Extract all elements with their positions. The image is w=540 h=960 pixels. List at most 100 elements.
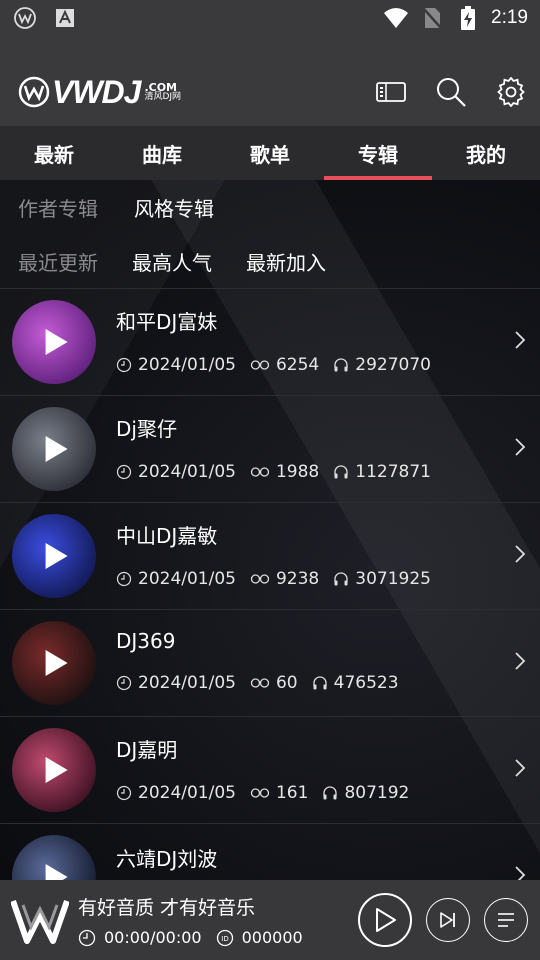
album-plays: 3071925 bbox=[355, 568, 431, 589]
sort-filter: 最近更新 最高人气 最新加入 bbox=[0, 234, 540, 288]
search-icon bbox=[437, 78, 466, 107]
logo-subtitle: 清风DJ网 bbox=[144, 92, 182, 102]
logo-text: VWDJ bbox=[52, 73, 141, 110]
headphones-icon bbox=[323, 785, 338, 799]
no-sim-icon bbox=[419, 5, 445, 31]
album-date: 2024/01/05 bbox=[138, 461, 236, 482]
sort-most-popular[interactable]: 最高人气 bbox=[132, 247, 212, 276]
album-cover[interactable] bbox=[12, 621, 96, 705]
headphones-icon bbox=[334, 357, 348, 371]
album-track-count: 6254 bbox=[275, 354, 320, 375]
filter-artist-albums[interactable]: 作者专辑 bbox=[18, 193, 98, 222]
cast-button[interactable] bbox=[374, 75, 408, 109]
album-item[interactable]: 和平DJ富妹 2024/01/05 6254 2927070 bbox=[0, 289, 540, 396]
tab-albums[interactable]: 专辑 bbox=[324, 126, 432, 180]
play-icon bbox=[45, 329, 68, 355]
chevron-right-icon bbox=[514, 758, 526, 782]
link-icon bbox=[250, 787, 270, 798]
album-title: DJ嘉明 bbox=[116, 737, 178, 762]
id-icon: ID bbox=[216, 929, 233, 946]
album-date: 2024/01/05 bbox=[138, 782, 236, 803]
link-icon bbox=[250, 678, 270, 688]
chevron-right-icon bbox=[514, 651, 526, 675]
font-notification-icon bbox=[52, 5, 78, 31]
play-icon bbox=[45, 543, 68, 569]
brand-w-icon bbox=[11, 900, 69, 944]
album-cover[interactable] bbox=[12, 514, 96, 598]
album-item[interactable]: 中山DJ嘉敏 2024/01/05 9238 3071925 bbox=[0, 503, 540, 610]
tab-mine[interactable]: 我的 bbox=[432, 126, 540, 180]
search-button[interactable] bbox=[434, 75, 468, 109]
album-date: 2024/01/05 bbox=[138, 673, 236, 693]
tab-latest[interactable]: 最新 bbox=[0, 126, 108, 180]
album-type-filter: 作者专辑 风格专辑 bbox=[0, 180, 540, 234]
clock-icon bbox=[116, 785, 132, 800]
chevron-right-icon bbox=[514, 437, 526, 461]
album-track-count: 9238 bbox=[275, 568, 320, 589]
sort-newest-added[interactable]: 最新加入 bbox=[246, 247, 326, 276]
wifi-icon bbox=[383, 5, 409, 31]
battery-charging-icon bbox=[455, 5, 481, 31]
sort-recent-update[interactable]: 最近更新 bbox=[18, 247, 98, 276]
tab-label: 歌单 bbox=[250, 142, 290, 167]
link-icon bbox=[250, 573, 270, 584]
album-date: 2024/01/05 bbox=[138, 568, 236, 589]
app-header: VWDJ .COM 清风DJ网 bbox=[0, 36, 540, 126]
chevron-right-icon bbox=[514, 544, 526, 568]
album-title: 中山DJ嘉敏 bbox=[116, 523, 218, 548]
playlist-icon bbox=[498, 913, 514, 927]
mini-player: 有好音质 才有好音乐 00:00/00:00 ID 000000 bbox=[0, 880, 540, 960]
app-notification-icon bbox=[12, 5, 38, 31]
album-item[interactable]: DJ嘉明 2024/01/05 161 807192 bbox=[0, 717, 540, 824]
player-logo bbox=[10, 890, 70, 950]
logo-mark-icon bbox=[18, 76, 50, 108]
album-cover[interactable] bbox=[12, 407, 96, 491]
main-tab-bar: 最新 曲库 歌单 专辑 我的 bbox=[0, 126, 540, 180]
album-track-count: 1988 bbox=[275, 461, 320, 482]
headphones-icon bbox=[334, 571, 348, 585]
album-title: 和平DJ富妹 bbox=[116, 309, 218, 334]
album-track-count: 60 bbox=[275, 673, 298, 693]
clock-icon bbox=[116, 675, 132, 691]
clock-icon bbox=[116, 464, 132, 479]
play-button[interactable] bbox=[358, 893, 412, 947]
next-button[interactable] bbox=[426, 898, 470, 942]
album-list: 和平DJ富妹 2024/01/05 6254 2927070 Dj聚仔 2024… bbox=[0, 289, 540, 931]
svg-text:ID: ID bbox=[221, 935, 228, 943]
album-plays: 807192 bbox=[344, 782, 410, 803]
album-title: 六靖DJ刘波 bbox=[116, 846, 218, 871]
album-item[interactable]: DJ369 2024/01/05 60 476523 bbox=[0, 610, 540, 717]
play-icon bbox=[45, 436, 68, 462]
album-track-count: 161 bbox=[275, 782, 309, 803]
clock-icon bbox=[116, 357, 132, 372]
filter-style-albums[interactable]: 风格专辑 bbox=[134, 193, 214, 222]
gear-icon bbox=[497, 77, 525, 107]
clock-icon bbox=[116, 571, 132, 586]
album-cover[interactable] bbox=[12, 728, 96, 812]
album-title: DJ369 bbox=[116, 629, 176, 653]
album-plays: 476523 bbox=[333, 673, 399, 693]
chevron-right-icon bbox=[514, 330, 526, 354]
album-item[interactable]: Dj聚仔 2024/01/05 1988 1127871 bbox=[0, 396, 540, 503]
tab-label: 专辑 bbox=[358, 142, 398, 167]
clock-icon bbox=[78, 929, 96, 946]
tab-playlists[interactable]: 歌单 bbox=[216, 126, 324, 180]
play-icon bbox=[45, 757, 68, 783]
link-icon bbox=[250, 466, 270, 477]
skip-next-icon bbox=[440, 912, 455, 928]
album-date: 2024/01/05 bbox=[138, 354, 236, 375]
tab-label: 曲库 bbox=[142, 142, 182, 167]
player-title: 有好音质 才有好音乐 bbox=[78, 897, 256, 919]
brand-logo: VWDJ .COM 清风DJ网 bbox=[18, 74, 181, 111]
album-title: Dj聚仔 bbox=[116, 416, 177, 441]
headphones-icon bbox=[334, 464, 348, 478]
tab-library[interactable]: 曲库 bbox=[108, 126, 216, 180]
settings-button[interactable] bbox=[494, 75, 528, 109]
album-plays: 2927070 bbox=[355, 354, 431, 375]
album-cover[interactable] bbox=[12, 300, 96, 384]
clock: 2:19 bbox=[491, 7, 528, 28]
link-icon bbox=[250, 359, 270, 370]
album-plays: 1127871 bbox=[355, 461, 431, 482]
player-id: 000000 bbox=[241, 928, 303, 947]
playlist-button[interactable] bbox=[484, 898, 528, 942]
